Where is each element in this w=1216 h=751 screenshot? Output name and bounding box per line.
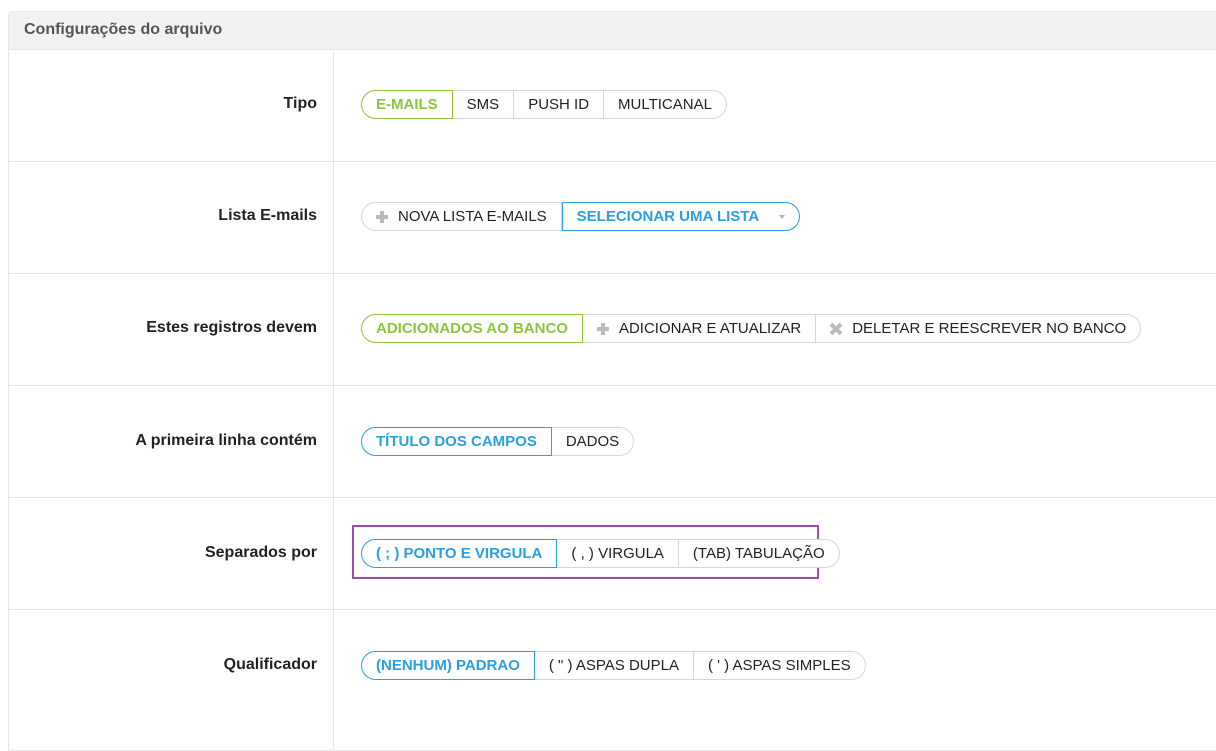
type-option-push-id[interactable]: PUSH ID: [514, 90, 605, 119]
qualifier-option-none[interactable]: (NENHUM) PADRAO: [361, 651, 535, 680]
row-label-tipo: Tipo: [283, 95, 317, 112]
records-option-delete-rewrite-label: DELETAR E REESCREVER NO BANCO: [852, 320, 1127, 337]
row-registros: Estes registros devem ADICIONADOS AO BAN…: [9, 274, 1216, 386]
email-list-button-group: NOVA LISTA E-MAILS SELECIONAR UMA LISTA: [361, 202, 801, 231]
row-separados: Separados por ( ; ) PONTO E VIRGULA ( , …: [9, 498, 1216, 610]
first-line-option-titles[interactable]: TÍTULO DOS CAMPOS: [361, 427, 552, 456]
file-settings-panel: Configurações do arquivo Tipo E-MAILS SM…: [8, 11, 1216, 751]
qualifier-button-group: (NENHUM) PADRAO ( " ) ASPAS DUPLA ( ' ) …: [361, 651, 866, 680]
separator-option-comma[interactable]: ( , ) VIRGULA: [557, 539, 679, 568]
chevron-down-icon: [779, 214, 786, 219]
separator-button-group: ( ; ) PONTO E VIRGULA ( , ) VIRGULA (TAB…: [361, 539, 840, 568]
records-option-add-update[interactable]: ADICIONAR E ATUALIZAR: [582, 314, 817, 343]
records-option-add[interactable]: ADICIONADOS AO BANCO: [361, 314, 583, 343]
first-line-option-data[interactable]: DADOS: [551, 427, 635, 456]
qualifier-option-double-quote[interactable]: ( " ) ASPAS DUPLA: [534, 651, 694, 680]
panel-title: Configurações do arquivo: [9, 12, 1216, 50]
records-button-group: ADICIONADOS AO BANCO ADICIONAR E ATUALIZ…: [361, 314, 1142, 343]
type-option-emails[interactable]: E-MAILS: [361, 90, 453, 119]
row-lista-emails: Lista E-mails NOVA LISTA E-MAILS SELECIO…: [9, 162, 1216, 274]
first-line-button-group: TÍTULO DOS CAMPOS DADOS: [361, 427, 635, 456]
row-tipo: Tipo E-MAILS SMS PUSH ID MULTICANAL: [9, 50, 1216, 162]
type-option-sms[interactable]: SMS: [452, 90, 515, 119]
row-label-qualificador: Qualificador: [223, 656, 317, 673]
records-option-add-update-label: ADICIONAR E ATUALIZAR: [618, 320, 802, 337]
qualifier-option-single-quote[interactable]: ( ' ) ASPAS SIMPLES: [693, 651, 866, 680]
new-email-list-button[interactable]: NOVA LISTA E-MAILS: [361, 202, 562, 231]
row-qualificador: Qualificador (NENHUM) PADRAO ( " ) ASPAS…: [9, 610, 1216, 722]
type-button-group: E-MAILS SMS PUSH ID MULTICANAL: [361, 90, 727, 119]
close-icon: [830, 323, 842, 335]
select-list-dropdown[interactable]: SELECIONAR UMA LISTA: [561, 202, 801, 231]
type-option-multicanal[interactable]: MULTICANAL: [604, 90, 727, 119]
separator-option-tab[interactable]: (TAB) TABULAÇÃO: [678, 539, 840, 568]
plus-icon: [376, 210, 388, 223]
row-label-lista: Lista E-mails: [218, 207, 317, 224]
separator-option-semicolon[interactable]: ( ; ) PONTO E VIRGULA: [361, 539, 558, 568]
row-label-separados: Separados por: [204, 544, 317, 561]
records-option-delete-rewrite[interactable]: DELETAR E REESCREVER NO BANCO: [816, 314, 1142, 343]
row-primeira-linha: A primeira linha contém TÍTULO DOS CAMPO…: [9, 386, 1216, 498]
select-list-label: SELECIONAR UMA LISTA: [576, 208, 760, 225]
plus-icon: [596, 322, 609, 335]
row-label-primeira-linha: A primeira linha contém: [135, 432, 317, 449]
row-label-registros: Estes registros devem: [146, 319, 317, 336]
new-email-list-label: NOVA LISTA E-MAILS: [398, 208, 547, 225]
